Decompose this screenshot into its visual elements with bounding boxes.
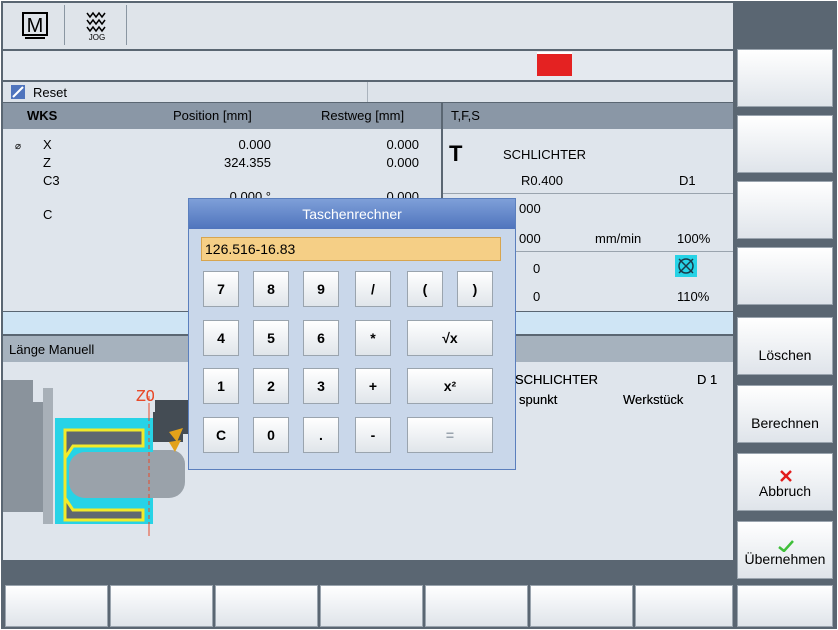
feed-value: 000 [519, 201, 541, 216]
vertical-softkey-2[interactable] [737, 115, 833, 173]
calc-key-square[interactable]: x² [407, 368, 493, 404]
calc-key-equals[interactable]: = [407, 417, 493, 453]
axis-position: 324.355 [224, 155, 271, 170]
workpiece-tool-graphic [3, 380, 189, 536]
calc-key-decimal[interactable]: . [303, 417, 339, 453]
calc-key-0[interactable]: 0 [253, 417, 289, 453]
cancel-x-icon [780, 470, 792, 482]
axis-name[interactable]: C3 [43, 173, 60, 188]
mode-bar: M JOG [3, 3, 733, 49]
divider [443, 193, 733, 194]
berechnen-button[interactable]: Berechnen [737, 385, 833, 443]
calc-key-7[interactable]: 7 [203, 271, 239, 307]
jog-label: JOG [88, 33, 106, 42]
calc-key-minus[interactable]: - [355, 417, 391, 453]
calc-key-divide[interactable]: / [355, 271, 391, 307]
svg-text:M: M [27, 15, 44, 37]
calculator-input[interactable]: 126.516-16.83 [201, 237, 501, 261]
spindle-value: 0 [533, 261, 541, 276]
calc-key-open-paren[interactable]: ( [407, 271, 443, 307]
horizontal-softkey-6[interactable] [530, 585, 633, 627]
tfs-header: T,F,S [443, 103, 733, 129]
feed-unit: mm/min [595, 231, 642, 246]
calc-key-6[interactable]: 6 [303, 320, 339, 356]
reset-status-icon [11, 85, 25, 99]
tool-d-number: D1 [679, 173, 696, 188]
uebernehmen-label: Übernehmen [744, 551, 826, 567]
tfs-title: T,F,S [451, 108, 480, 123]
z0-label: Z0 [136, 388, 155, 405]
calculator-dialog: Taschenrechner 126.516-16.83 7 8 9 / ( )… [188, 198, 516, 470]
feed-override: 100% [677, 231, 711, 246]
position-header: WKS Position [mm] Restweg [mm] [3, 103, 441, 129]
calc-key-9[interactable]: 9 [303, 271, 339, 307]
tool-name: SCHLICHTER [503, 147, 587, 162]
vertical-softkey-3[interactable] [737, 181, 833, 239]
calc-key-multiply[interactable]: * [355, 320, 391, 356]
tool-name: SCHLICHTER [515, 372, 599, 387]
axis-restweg: 0.000 [386, 137, 419, 152]
abbruch-label: Abbruch [758, 483, 812, 499]
calc-key-5[interactable]: 5 [253, 320, 289, 356]
horizontal-softkey-7[interactable] [635, 585, 733, 627]
horizontal-softkey-5[interactable] [425, 585, 528, 627]
machine-m-icon: M [22, 12, 48, 39]
horizontal-softkey-8[interactable] [737, 585, 833, 627]
reference-value[interactable]: Werkstück [623, 392, 683, 407]
axis-name[interactable]: C [43, 207, 52, 222]
vertical-softkey-1[interactable] [737, 49, 833, 107]
horizontal-softkey-3[interactable] [215, 585, 318, 627]
spindle-stop-icon [675, 255, 697, 277]
divider [367, 82, 368, 102]
reference-label: spunkt [519, 392, 558, 407]
axis-name[interactable]: X [43, 137, 52, 152]
feed-value: 000 [519, 231, 541, 246]
horizontal-softkey-2[interactable] [110, 585, 213, 627]
reset-label: Reset [33, 85, 67, 100]
calc-key-8[interactable]: 8 [253, 271, 289, 307]
calc-key-1[interactable]: 1 [203, 368, 239, 404]
abbruch-button[interactable]: Abbruch [737, 453, 833, 511]
uebernehmen-button[interactable]: Übernehmen [737, 521, 833, 579]
diameter-icon: ⌀ [15, 141, 22, 152]
horizontal-softkey-4[interactable] [320, 585, 423, 627]
cnc-screen: M JOG Reset WKS Position [mm] Restweg [m… [1, 1, 837, 629]
jog-mode-button[interactable]: JOG [67, 5, 127, 45]
spindle-value: 0 [533, 289, 541, 304]
position-column-header: Position [mm] [173, 108, 252, 123]
axis-name[interactable]: Z [43, 155, 51, 170]
berechnen-label: Berechnen [751, 415, 819, 431]
loeschen-button[interactable]: Löschen [737, 317, 833, 375]
axis-position: 0.000 [238, 137, 271, 152]
calc-key-3[interactable]: 3 [303, 368, 339, 404]
length-manual-title: Länge Manuell [9, 342, 95, 357]
machine-mode-button[interactable]: M [5, 5, 65, 45]
calculator-title: Taschenrechner [189, 199, 515, 229]
status-row [3, 51, 733, 80]
calc-key-2[interactable]: 2 [253, 368, 289, 404]
axis-restweg: 0.000 [386, 155, 419, 170]
tool-radius: R0.400 [521, 173, 563, 188]
restweg-column-header: Restweg [mm] [321, 108, 405, 123]
tool-d-number: D 1 [697, 372, 718, 387]
calc-key-sqrt[interactable]: √x [407, 320, 493, 356]
wks-header: WKS [27, 108, 58, 123]
vertical-softkey-4[interactable] [737, 247, 833, 305]
calc-key-4[interactable]: 4 [203, 320, 239, 356]
dialog-line [3, 561, 733, 582]
tool-letter: T [449, 141, 463, 166]
alarm-flag-icon [537, 52, 572, 76]
horizontal-softkey-1[interactable] [5, 585, 108, 627]
loeschen-label: Löschen [758, 347, 812, 363]
calc-key-clear[interactable]: C [203, 417, 239, 453]
calc-key-plus[interactable]: + [355, 368, 391, 404]
calc-key-close-paren[interactable]: ) [457, 271, 493, 307]
channel-state-row: Reset [3, 82, 733, 102]
spindle-override: 110% [677, 289, 710, 304]
